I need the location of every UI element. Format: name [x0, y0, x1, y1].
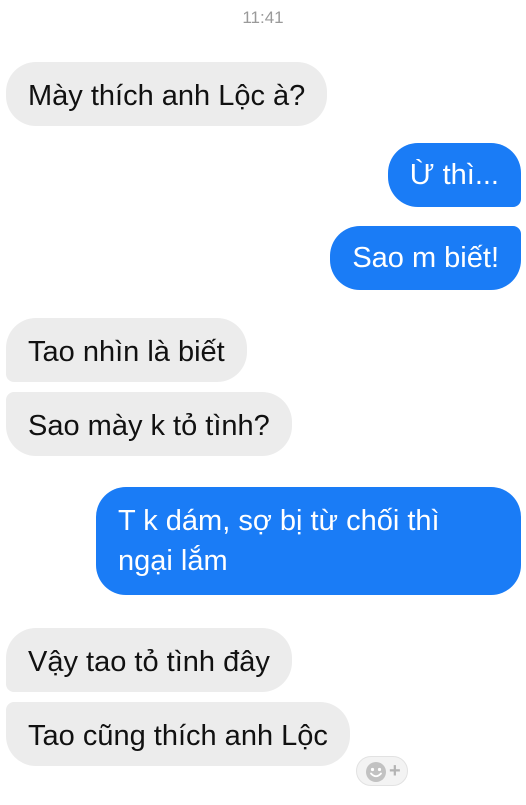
message-bubble-received[interactable]: Tao cũng thích anh Lộc	[6, 702, 350, 766]
message-bubble-received[interactable]: Tao nhìn là biết	[6, 318, 247, 382]
add-reaction-button[interactable]: +	[356, 756, 408, 786]
chat-timestamp: 11:41	[242, 8, 284, 27]
message-bubble-sent[interactable]: Sao m biết!	[330, 226, 521, 290]
message-bubble-sent[interactable]: Ừ thì...	[387, 143, 521, 207]
message-bubble-received[interactable]: Vậy tao tỏ tình đây	[6, 628, 292, 692]
plus-icon: +	[389, 760, 401, 782]
message-bubble-received[interactable]: Mày thích anh Lộc à?	[6, 62, 328, 126]
message-bubble-sent[interactable]: T k dám, sợ bị từ chối thì ngại lắm	[96, 487, 521, 595]
message-bubble-received[interactable]: Sao mày k tỏ tình?	[6, 392, 292, 456]
smiley-icon	[365, 761, 387, 788]
